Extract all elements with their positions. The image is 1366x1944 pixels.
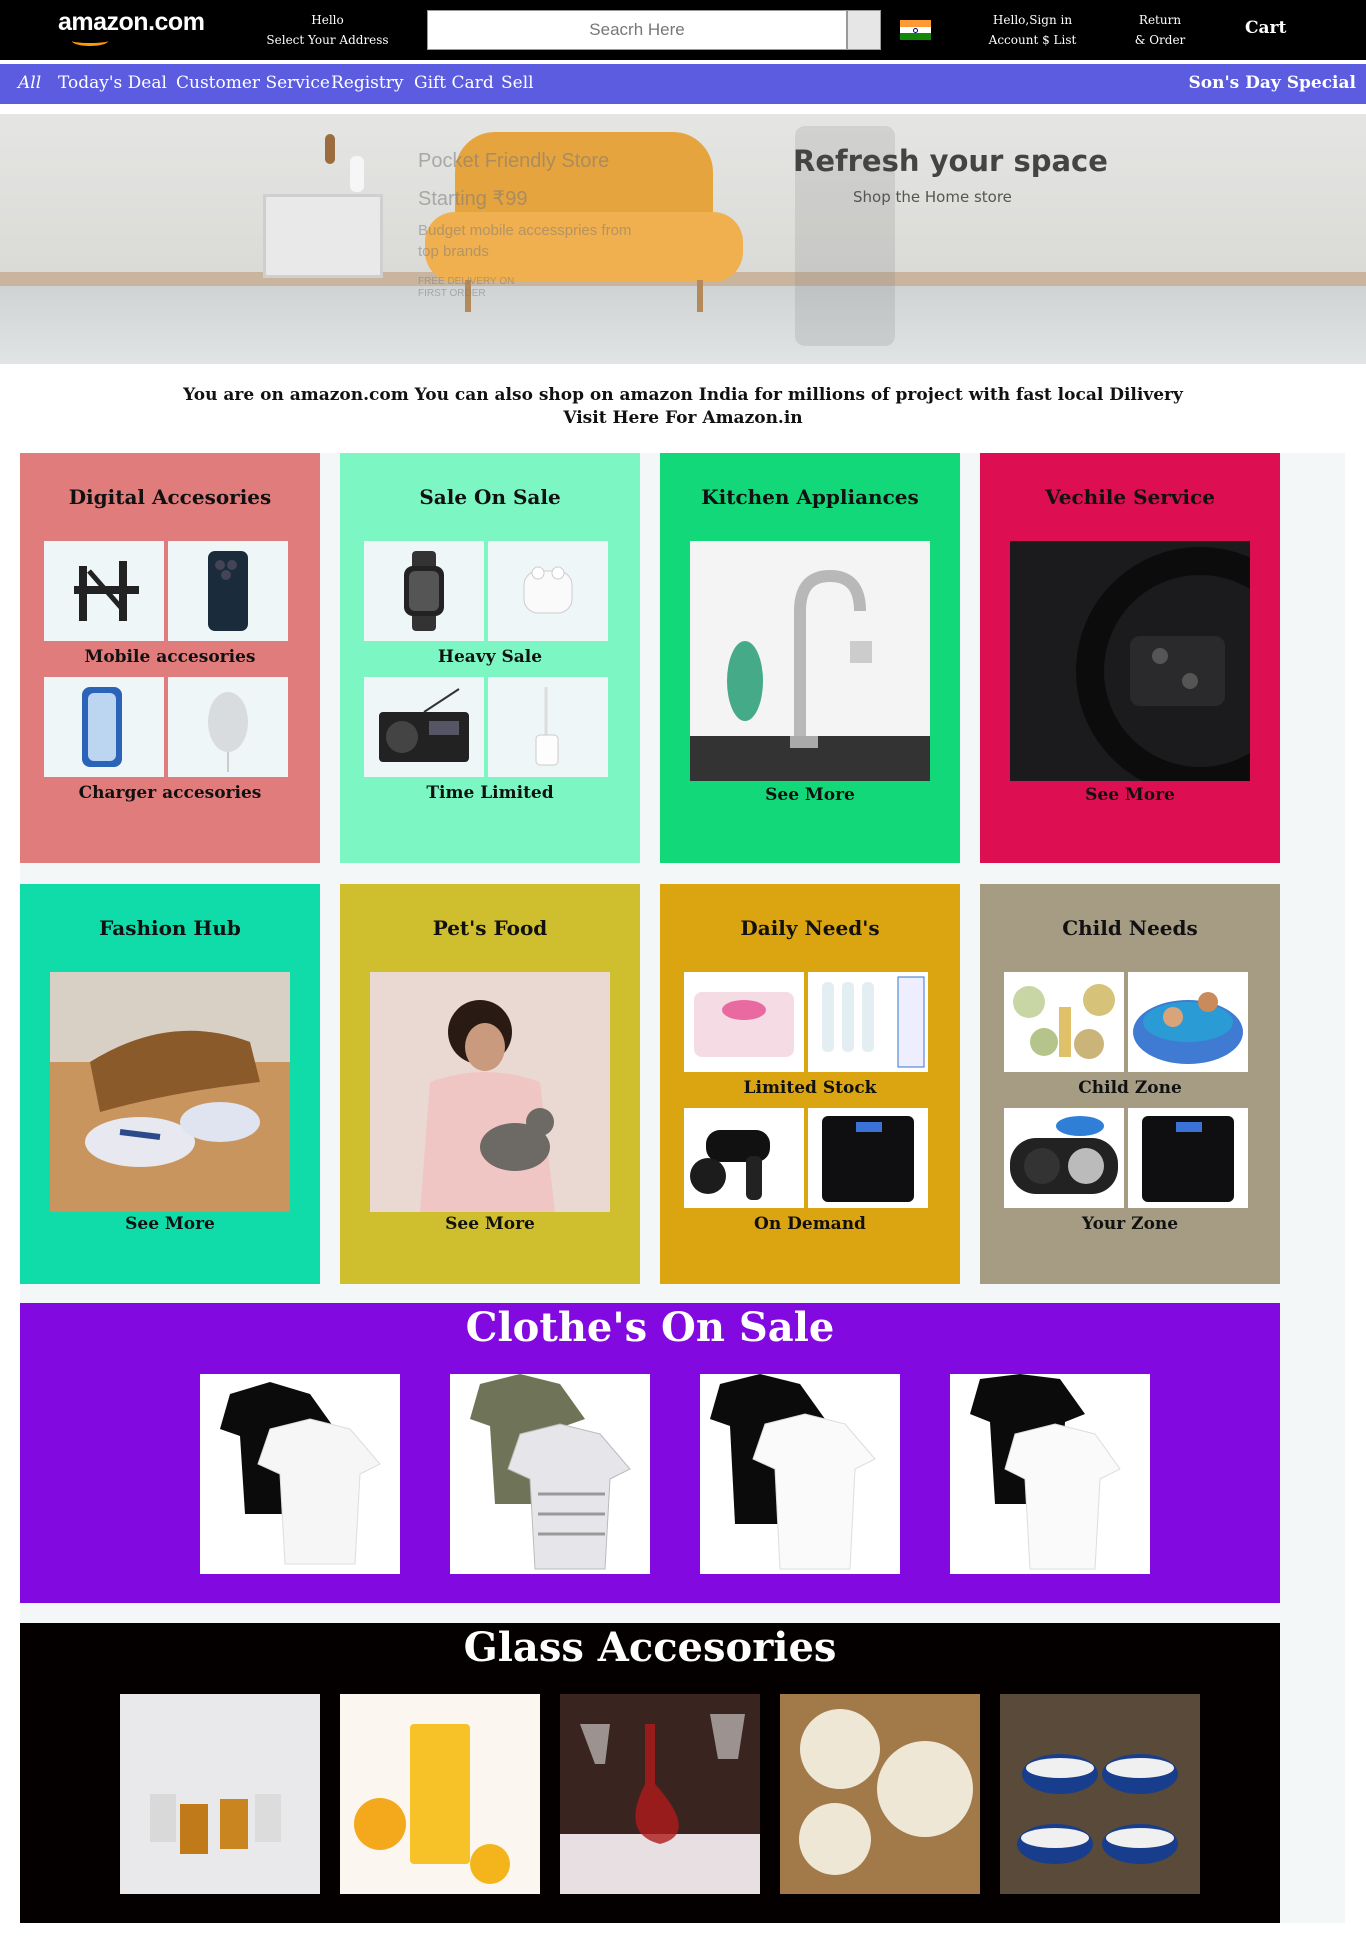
card-title: Digital Accesories — [68, 485, 272, 509]
card-title: Kitchen Appliances — [701, 485, 919, 509]
glass-accesories-section: Glass Accesories — [20, 1623, 1280, 1923]
see-more-link[interactable]: See More — [340, 1214, 640, 1234]
card-title: Fashion Hub — [99, 916, 241, 940]
glass-section-title: Glass Accesories — [463, 1624, 837, 1671]
notice-text: You are on amazon.com You can also shop … — [183, 385, 1183, 405]
card-caption-1[interactable]: Child Zone — [980, 1078, 1280, 1098]
logo-smile-icon — [72, 36, 108, 46]
search-input[interactable]: Seacrh Here — [427, 10, 847, 50]
earbuds-image[interactable] — [488, 541, 608, 641]
select-address[interactable]: Hello Select Your Address — [255, 10, 400, 50]
card-vechile-service[interactable]: Vechile Service See More — [980, 453, 1324, 863]
see-more-link[interactable]: See More — [980, 785, 1280, 805]
shot-glasses-image[interactable] — [120, 1694, 320, 1894]
card-digital-accesories[interactable]: Digital Accesories Mobile accesories Cha… — [20, 453, 320, 863]
kitchen-faucet-image[interactable] — [690, 541, 930, 781]
kids-pool-image[interactable] — [1128, 972, 1248, 1072]
nav-todays-deal[interactable]: Today's Deal — [58, 73, 167, 93]
banner-faded-desc: Budget mobile accesspries from top brand… — [418, 222, 632, 260]
nav-customer-service[interactable]: Customer Service — [176, 73, 330, 93]
card-title: Daily Need's — [740, 916, 880, 940]
card-sale-on-sale[interactable]: Sale On Sale Heavy Sale Time Limited — [340, 453, 640, 863]
tshirt-black-white-image[interactable] — [200, 1374, 400, 1574]
scale-image[interactable] — [808, 1108, 928, 1208]
clothes-on-sale-section: Clothe's On Sale — [20, 1303, 1280, 1603]
card-caption-1[interactable]: Limited Stock — [660, 1078, 960, 1098]
wireless-charger-image[interactable] — [168, 677, 288, 777]
card-caption-2[interactable]: Time Limited — [340, 783, 640, 803]
bottle-icon — [350, 156, 364, 192]
blue-bowls-image[interactable] — [1000, 1694, 1200, 1894]
radio-image[interactable] — [364, 677, 484, 777]
banner-faded-delivery: FREE DELIVERY ON FIRST ORDER — [418, 276, 515, 299]
woman-with-cat-image[interactable] — [370, 972, 610, 1212]
nav-special[interactable]: Son's Day Special — [1189, 73, 1357, 93]
india-flag-icon[interactable] — [900, 20, 931, 40]
banner-subline[interactable]: Shop the Home store — [853, 188, 1012, 206]
tv-mount-image[interactable] — [44, 541, 164, 641]
address-greeting: Hello — [311, 13, 344, 27]
cabinet-image — [263, 194, 383, 278]
card-title: Vechile Service — [1045, 485, 1215, 509]
banner-headline: Refresh your space — [793, 144, 1108, 178]
card-title: Child Needs — [1062, 916, 1198, 940]
card-caption-1[interactable]: Mobile accesories — [20, 647, 320, 667]
juice-glass-image[interactable] — [340, 1694, 540, 1894]
nav-sell[interactable]: Sell — [501, 73, 534, 93]
hero-banner[interactable]: Pocket Friendly Store Starting ₹99 Budge… — [0, 114, 1366, 364]
visit-amazon-in-link[interactable]: Visit Here For Amazon.in — [0, 407, 1366, 430]
search-button[interactable] — [847, 10, 881, 50]
steering-wheel-image[interactable] — [1010, 541, 1324, 795]
wine-decanter-image[interactable] — [560, 1694, 760, 1894]
card-title: Pet's Food — [432, 916, 548, 940]
tshirt-black-white-2-image[interactable] — [950, 1374, 1150, 1574]
card-daily-needs[interactable]: Daily Need's Limited Stock On Demand — [660, 884, 960, 1284]
wipes-image[interactable] — [684, 972, 804, 1072]
ceramic-plates-image[interactable] — [780, 1694, 980, 1894]
see-more-link[interactable]: See More — [660, 785, 960, 805]
sub-navbar: All Today's Deal Customer Service Regist… — [0, 64, 1366, 104]
card-fashion-hub[interactable]: Fashion Hub See More — [20, 884, 320, 1284]
nav-all[interactable]: All — [18, 73, 41, 93]
phone-case-image[interactable] — [44, 677, 164, 777]
signin-greeting: Hello,Sign in — [992, 13, 1073, 27]
nav-gift-card[interactable]: Gift Card — [414, 73, 494, 93]
orders-label: & Order — [1134, 33, 1186, 47]
usb-adapter-image[interactable] — [488, 677, 608, 777]
sneakers-image[interactable] — [50, 972, 290, 1212]
nav-registry[interactable]: Registry — [331, 73, 403, 93]
card-kitchen-appliances[interactable]: Kitchen Appliances See More — [660, 453, 960, 863]
returns-orders[interactable]: Return & Order — [1120, 10, 1200, 50]
smartphone-image[interactable] — [168, 541, 288, 641]
card-caption-1[interactable]: Heavy Sale — [340, 647, 640, 667]
card-caption-2[interactable]: Your Zone — [980, 1214, 1280, 1234]
card-caption-2[interactable]: On Demand — [660, 1214, 960, 1234]
returns-label: Return — [1138, 13, 1182, 27]
toothbrush-heads-image[interactable] — [808, 972, 928, 1072]
account-menu[interactable]: Hello,Sign in Account $ List — [980, 10, 1085, 50]
locale-notice: You are on amazon.com You can also shop … — [0, 384, 1366, 430]
party-decor-image[interactable] — [1004, 972, 1124, 1072]
banner-faded-price: Starting ₹99 — [418, 188, 528, 210]
amazon-logo[interactable]: amazon.com — [58, 8, 205, 37]
scale-image[interactable] — [1128, 1108, 1248, 1208]
card-pets-food[interactable]: Pet's Food See More — [340, 884, 640, 1284]
pet-bowls-image[interactable] — [1004, 1108, 1124, 1208]
card-child-needs[interactable]: Child Needs Child Zone Your Zone — [980, 884, 1280, 1284]
see-more-link[interactable]: See More — [20, 1214, 320, 1234]
tshirt-black-white-v-image[interactable] — [700, 1374, 900, 1574]
card-caption-2[interactable]: Charger accesories — [20, 783, 320, 803]
banner-faded-title: Pocket Friendly Store — [418, 150, 610, 172]
top-navbar: amazon.com Hello Select Your Address Sea… — [0, 0, 1366, 60]
card-title: Sale On Sale — [419, 485, 561, 509]
hair-dryer-image[interactable] — [684, 1108, 804, 1208]
tshirt-camo-stripe-image[interactable] — [450, 1374, 650, 1574]
account-list-label: Account $ List — [988, 33, 1077, 47]
cart-link[interactable]: Cart — [1245, 18, 1286, 38]
clothes-section-title: Clothe's On Sale — [465, 1304, 835, 1351]
vase-icon — [325, 134, 335, 164]
smartwatch-image[interactable] — [364, 541, 484, 641]
address-label: Select Your Address — [266, 33, 389, 47]
